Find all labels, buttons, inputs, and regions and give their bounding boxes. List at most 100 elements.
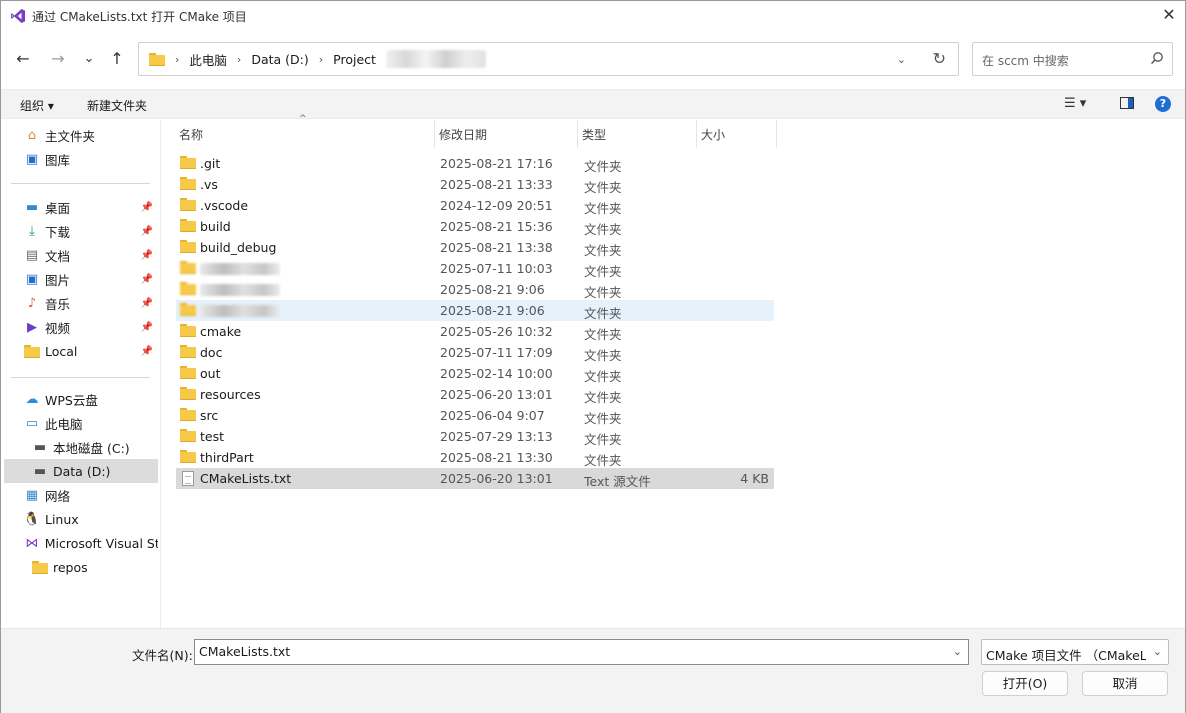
help-icon[interactable]: ? [1155,96,1171,112]
preview-pane-icon[interactable] [1120,97,1134,109]
folder-icon [180,303,196,317]
open-button[interactable]: 打开(O) [982,671,1068,696]
pin-icon: 📌 [140,225,153,237]
sidebar-item-label: 桌面 [45,200,71,216]
folder-row[interactable]: test 2025-07-29 13:13 文件夹 [176,426,774,447]
back-button[interactable]: ← [12,47,34,69]
file-date: 2025-08-21 13:33 [440,177,553,192]
sidebar-item[interactable]: ▶ 视频 📌 [4,315,158,339]
file-name: .vscode [200,198,249,213]
folder-icon [180,408,196,422]
folder-row[interactable]: resources 2025-06-20 13:01 文件夹 [176,384,774,405]
sidebar-item[interactable]: ⋈ Microsoft Visual St [4,531,158,555]
sidebar-item[interactable]: ▣ 图片 📌 [4,267,158,291]
file-type: 文件夹 [584,264,622,279]
sidebar-item-label: 主文件夹 [45,128,96,144]
folder-row[interactable]: build_debug 2025-08-21 13:38 文件夹 [176,237,774,258]
refresh-icon[interactable]: ↻ [933,49,946,68]
sidebar-item[interactable]: ♪ 音乐 📌 [4,291,158,315]
folder-row[interactable]: .git 2025-08-21 17:16 文件夹 [176,153,774,174]
folder-row[interactable]: src 2025-06-04 9:07 文件夹 [176,405,774,426]
sidebar-item[interactable]: ⌂ 主文件夹 [4,123,158,147]
chevron-down-icon[interactable]: ⌄ [953,645,962,658]
folder-row[interactable]: build 2025-08-21 15:36 文件夹 [176,216,774,237]
sidebar-item[interactable]: ▤ 文档 📌 [4,243,158,267]
up-button[interactable]: ↑ [106,47,128,69]
folder-icon [180,282,196,296]
organize-button[interactable]: 组织 ▾ [20,97,54,114]
filename-input[interactable] [199,644,939,659]
sort-ascending-icon: ^ [299,114,307,124]
view-options-icon[interactable]: ☰ ▾ [1064,96,1086,111]
file-row[interactable]: CMakeLists.txt 2025-06-20 13:01 Text 源文件 4 … [176,468,774,489]
file-name: src [200,408,219,423]
folder-row[interactable]: .vs 2025-08-21 13:33 文件夹 [176,174,774,195]
column-header-name[interactable]: 名称 [175,120,435,148]
search-box[interactable]: 在 sccm 中搜索 [972,42,1173,76]
folder-icon [180,345,196,359]
sidebar-item[interactable]: Local 📌 [4,339,158,363]
sidebar-item[interactable]: repos [4,555,158,579]
folder-icon [180,156,196,170]
sidebar-item[interactable]: ▬ 本地磁盘 (C:) [4,435,158,459]
video-icon: ▶ [27,319,37,335]
file-type: 文件夹 [584,159,622,174]
pin-icon: 📌 [140,273,153,285]
home-icon: ⌂ [27,127,37,143]
folder-row[interactable]: 2025-08-21 9:06 文件夹 [176,279,774,300]
file-type: 文件夹 [584,411,622,426]
file-name: .git [200,156,221,171]
file-date: 2025-07-29 13:13 [440,429,553,444]
address-history-chevron-icon[interactable]: ⌄ [897,53,906,66]
close-icon[interactable]: ✕ [1161,7,1177,23]
file-date: 2025-06-04 9:07 [440,408,545,423]
recent-locations-button[interactable]: ⌄ [78,47,100,69]
folder-row[interactable]: 2025-08-21 9:06 文件夹 [176,300,774,321]
sidebar-item-label: 网络 [45,488,71,504]
file-type-filter[interactable]: CMake 项目文件 （CMakeLis ⌄ [981,639,1169,665]
column-header-date[interactable]: 修改日期 [435,120,578,148]
forward-button[interactable]: → [47,47,69,69]
sidebar-item[interactable]: ☁ WPS云盘 [4,387,158,411]
sidebar-item[interactable]: ▬ Data (D:) [4,459,158,483]
chevron-down-icon[interactable]: ⌄ [1153,645,1162,658]
file-date: 2024-12-09 20:51 [440,198,553,213]
column-header-size[interactable]: 大小 [697,120,777,148]
sidebar-item-label: 图片 [45,272,71,288]
sidebar-item[interactable]: ⤓ 下载 📌 [4,219,158,243]
breadcrumb-this-pc[interactable]: 此电脑 [189,50,227,69]
breadcrumb-data-d[interactable]: Data (D:) [251,52,308,67]
folder-row[interactable]: doc 2025-07-11 17:09 文件夹 [176,342,774,363]
sidebar-item[interactable]: ▦ 网络 [4,483,158,507]
sidebar-item[interactable]: 🐧 Linux [4,507,158,531]
folder-row[interactable]: out 2025-02-14 10:00 文件夹 [176,363,774,384]
folder-icon [180,450,196,464]
sidebar-item[interactable]: ▣ 图库 [4,147,158,171]
filename-combobox[interactable]: ⌄ [194,639,969,665]
network-icon: ▦ [25,487,39,503]
folder-row[interactable]: .vscode 2024-12-09 20:51 文件夹 [176,195,774,216]
download-icon: ⤓ [29,223,35,239]
file-name: test [200,429,225,444]
gallery-icon: ▣ [25,151,39,167]
breadcrumb-separator: › [175,52,180,66]
visual-studio-icon: ⋈ [25,535,39,551]
new-folder-button[interactable]: 新建文件夹 [87,97,147,114]
search-input[interactable]: 在 sccm 中搜索 [982,52,1069,69]
folder-row[interactable]: cmake 2025-05-26 10:32 文件夹 [176,321,774,342]
navigation-bar: ← → ⌄ ↑ › 此电脑 › Data (D:) › Project ⌄ ↻ … [1,37,1185,81]
sidebar-divider [11,377,150,378]
file-name: thirdPart [200,450,254,465]
folder-row[interactable]: 2025-07-11 10:03 文件夹 [176,258,774,279]
sidebar-item-label: 下载 [45,224,71,240]
sidebar-item[interactable]: ▭ 此电脑 [4,411,158,435]
column-header-type[interactable]: 类型 [578,120,697,148]
folder-row[interactable]: thirdPart 2025-08-21 13:30 文件夹 [176,447,774,468]
redacted-breadcrumb [385,50,486,68]
cancel-button[interactable]: 取消 [1082,671,1168,696]
folder-icon [32,560,48,574]
address-bar[interactable]: › 此电脑 › Data (D:) › Project ⌄ ↻ [138,42,959,76]
breadcrumb-project[interactable]: Project [333,52,376,67]
search-icon[interactable] [1150,51,1164,65]
sidebar-item[interactable]: ▬ 桌面 📌 [4,195,158,219]
